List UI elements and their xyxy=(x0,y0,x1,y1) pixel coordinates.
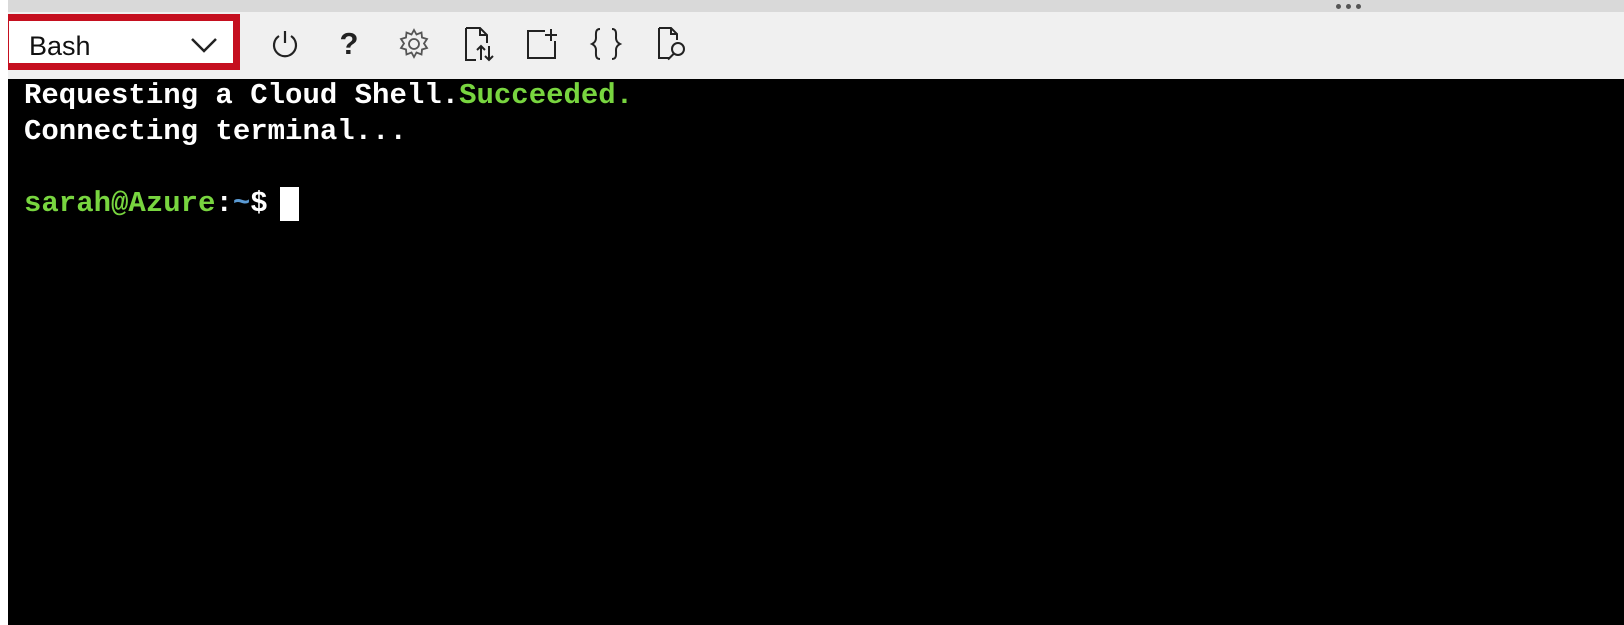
request-status: Succeeded. xyxy=(459,79,634,112)
prompt-separator: : xyxy=(215,187,233,220)
terminal-line-connecting: Connecting terminal... xyxy=(24,115,407,149)
power-icon[interactable] xyxy=(267,26,303,62)
preview-icon[interactable] xyxy=(654,26,690,62)
resize-grip-icon[interactable] xyxy=(1336,2,1361,10)
cloud-shell-toolbar: Bash ? xyxy=(8,12,1624,79)
help-icon[interactable]: ? xyxy=(331,26,367,62)
chevron-down-icon xyxy=(189,35,219,60)
prompt-symbol: $ xyxy=(250,187,268,220)
connecting-text: Connecting terminal... xyxy=(24,115,407,148)
request-text: Requesting a Cloud Shell. xyxy=(24,79,460,112)
shell-type-value: Bash xyxy=(29,31,91,61)
prompt-user-host: sarah@Azure xyxy=(24,187,216,220)
terminal-cursor xyxy=(279,187,299,221)
resize-strip[interactable] xyxy=(8,0,1624,12)
braces-icon[interactable] xyxy=(588,26,624,62)
prompt-path: ~ xyxy=(232,187,251,220)
help-glyph: ? xyxy=(339,26,359,61)
shell-type-dropdown[interactable]: Bash xyxy=(8,14,240,70)
terminal-line-request: Requesting a Cloud Shell.Succeeded. xyxy=(24,79,633,113)
upload-download-icon[interactable] xyxy=(460,26,496,62)
terminal-output[interactable]: Requesting a Cloud Shell.Succeeded. Conn… xyxy=(8,79,1624,625)
new-session-icon[interactable] xyxy=(524,26,560,62)
cloud-shell-window: Bash ? Requesting a Cloud Shell.Succeede… xyxy=(8,0,1624,625)
terminal-prompt: sarah@Azure:~$ xyxy=(24,187,299,221)
gear-icon[interactable] xyxy=(396,26,432,62)
